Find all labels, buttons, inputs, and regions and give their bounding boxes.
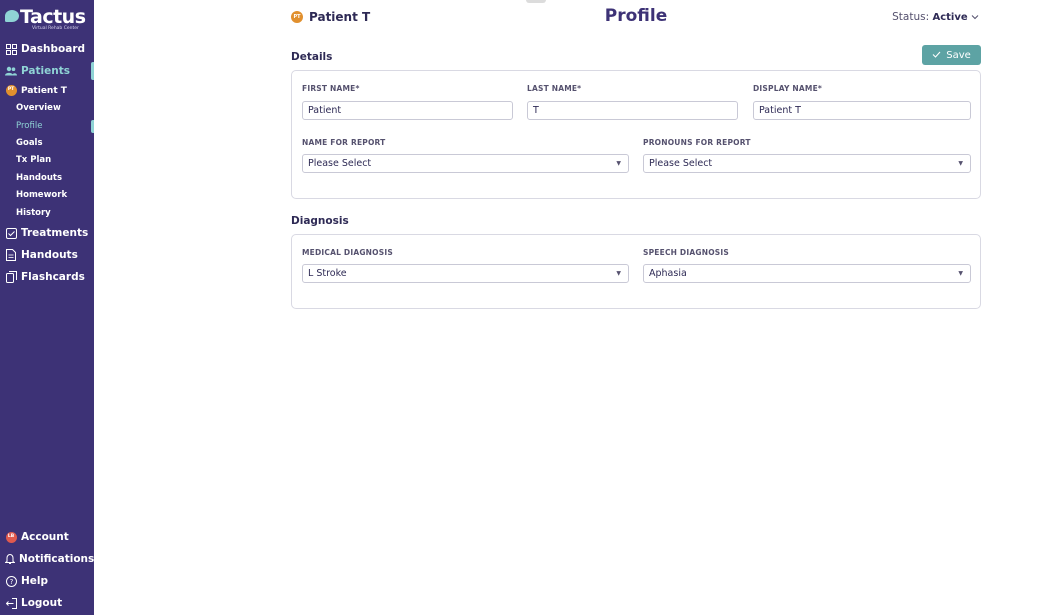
- sidebar-item-label: Logout: [21, 597, 63, 609]
- speech-diagnosis-select[interactable]: Aphasia ▼: [643, 264, 971, 283]
- sidebar-item-treatments[interactable]: Treatments: [0, 224, 94, 242]
- top-drag-handle[interactable]: [526, 0, 546, 3]
- sidebar-item-patients[interactable]: Patients: [0, 62, 94, 80]
- sidebar-subitem-tx-plan[interactable]: Tx Plan: [16, 155, 51, 165]
- sidebar-patient-current[interactable]: PT Patient T: [0, 82, 94, 99]
- name-for-report-value: Please Select: [308, 158, 372, 169]
- details-card: FIRST NAME* Patient LAST NAME* T DISPLAY…: [291, 70, 981, 199]
- sidebar-item-dashboard[interactable]: Dashboard: [0, 40, 94, 58]
- tactus-logo[interactable]: Tactus Virtual Rehab Center: [4, 6, 90, 32]
- logo-mark-icon: [5, 10, 19, 22]
- status-label: Status:: [892, 11, 930, 23]
- last-name-input[interactable]: T: [527, 101, 738, 120]
- sidebar-item-label: Handouts: [21, 249, 78, 261]
- sidebar: Tactus Virtual Rehab Center Dashboard Pa…: [0, 0, 94, 615]
- patient-name: Patient T: [309, 10, 371, 24]
- sidebar-subitem-handouts[interactable]: Handouts: [16, 173, 62, 183]
- sidebar-item-notifications[interactable]: Notifications: [0, 550, 94, 568]
- pronouns-for-report-select[interactable]: Please Select ▼: [643, 154, 971, 173]
- sidebar-item-label: Treatments: [21, 227, 89, 239]
- medical-diagnosis-select[interactable]: L Stroke ▼: [302, 264, 629, 283]
- display-name-input[interactable]: Patient T: [753, 101, 971, 120]
- sidebar-item-label: Flashcards: [21, 271, 85, 283]
- bell-icon: [5, 553, 15, 565]
- status-value: Active: [932, 12, 968, 23]
- patient-avatar-icon: PT: [291, 11, 303, 23]
- sidebar-subitem-profile[interactable]: Profile: [16, 121, 42, 131]
- caret-down-icon: ▼: [616, 160, 621, 167]
- chevron-down-icon: [971, 11, 979, 23]
- name-for-report-label: NAME FOR REPORT: [302, 138, 386, 147]
- medical-diagnosis-value: L Stroke: [308, 268, 347, 279]
- last-name-label: LAST NAME*: [527, 84, 582, 93]
- diagnosis-card: MEDICAL DIAGNOSIS L Stroke ▼ SPEECH DIAG…: [291, 234, 981, 309]
- sidebar-item-label: Patients: [21, 65, 70, 77]
- logo-text: Tactus: [20, 6, 86, 28]
- avatar-icon: LB: [5, 531, 17, 543]
- display-name-value: Patient T: [759, 105, 801, 116]
- speech-diagnosis-label: SPEECH DIAGNOSIS: [643, 248, 729, 257]
- pronouns-for-report-value: Please Select: [649, 158, 713, 169]
- first-name-input[interactable]: Patient: [302, 101, 513, 120]
- first-name-label: FIRST NAME*: [302, 84, 360, 93]
- medical-diagnosis-label: MEDICAL DIAGNOSIS: [302, 248, 393, 257]
- svg-text:?: ?: [9, 578, 13, 586]
- status-dropdown[interactable]: Status: Active: [892, 11, 979, 23]
- sidebar-item-label: Notifications: [19, 553, 95, 565]
- caret-down-icon: ▼: [616, 270, 621, 277]
- caret-down-icon: ▼: [958, 270, 963, 277]
- flashcards-icon: [5, 271, 17, 283]
- sidebar-item-account[interactable]: LB Account: [0, 528, 94, 546]
- sidebar-subitem-overview[interactable]: Overview: [16, 103, 61, 113]
- details-section-title: Details: [291, 51, 333, 63]
- document-icon: [5, 249, 17, 261]
- diagnosis-section-title: Diagnosis: [291, 215, 349, 227]
- patient-header: PT Patient T: [291, 10, 370, 24]
- sidebar-subitem-goals[interactable]: Goals: [16, 138, 43, 148]
- display-name-label: DISPLAY NAME*: [753, 84, 823, 93]
- speech-diagnosis-value: Aphasia: [649, 268, 687, 279]
- sidebar-patient-name: Patient T: [21, 85, 67, 96]
- users-icon: [5, 65, 17, 77]
- logo-tagline: Virtual Rehab Center: [32, 26, 79, 31]
- treatments-icon: [5, 227, 17, 239]
- name-for-report-select[interactable]: Please Select ▼: [302, 154, 629, 173]
- current-page-marker: [91, 120, 94, 133]
- help-icon: ?: [5, 575, 17, 587]
- sidebar-item-label: Account: [21, 531, 69, 543]
- grid-icon: [5, 43, 17, 55]
- caret-down-icon: ▼: [958, 160, 963, 167]
- sidebar-item-logout[interactable]: Logout: [0, 594, 94, 612]
- last-name-value: T: [533, 105, 539, 116]
- sidebar-item-label: Help: [21, 575, 49, 587]
- save-button[interactable]: Save: [922, 45, 981, 65]
- sidebar-item-handouts[interactable]: Handouts: [0, 246, 94, 264]
- sidebar-item-label: Dashboard: [21, 43, 86, 55]
- sidebar-item-flashcards[interactable]: Flashcards: [0, 268, 94, 286]
- sidebar-subitem-homework[interactable]: Homework: [16, 190, 67, 200]
- patient-avatar-icon: PT: [5, 85, 17, 97]
- sidebar-item-help[interactable]: ? Help: [0, 572, 94, 590]
- first-name-value: Patient: [308, 105, 342, 116]
- checkmark-icon: [932, 50, 941, 61]
- logout-icon: [5, 597, 17, 609]
- sidebar-subitem-history[interactable]: History: [16, 208, 51, 218]
- pronouns-for-report-label: PRONOUNS FOR REPORT: [643, 138, 751, 147]
- page-title: Profile: [604, 6, 668, 26]
- save-button-label: Save: [946, 49, 971, 61]
